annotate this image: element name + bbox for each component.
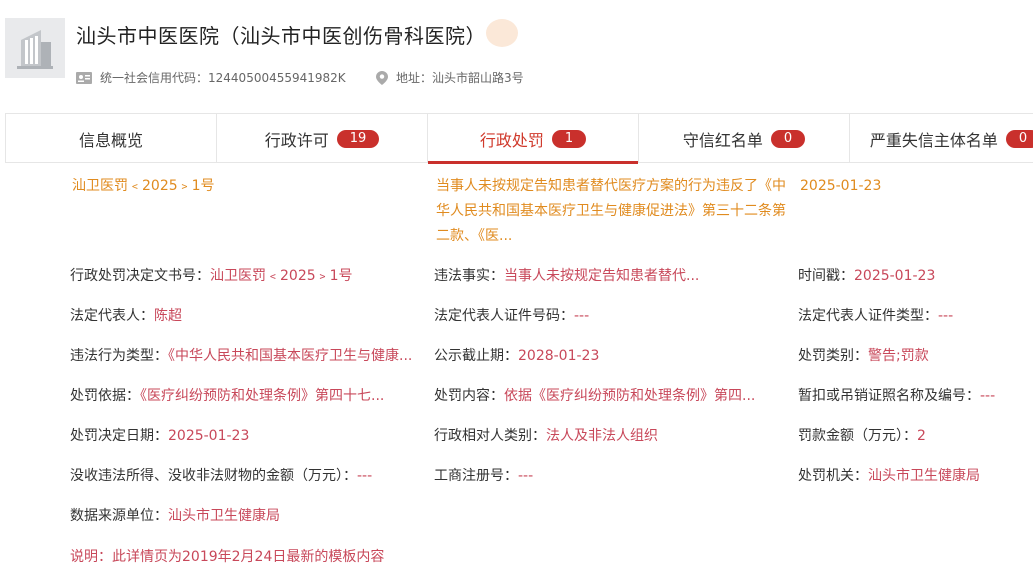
location-pin-icon — [376, 70, 388, 85]
tab-blacklist[interactable]: 严重失信主体名单 0 — [850, 114, 1033, 163]
count-badge: 0 — [770, 129, 806, 148]
tab-overview[interactable]: 信息概览 — [6, 114, 217, 163]
address-row: 地址： 汕头市韶山路3号 — [376, 69, 524, 86]
field-decision-no: 行政处罚决定文书号：汕卫医罚﹤2025﹥1号 — [70, 268, 353, 284]
credit-code-label: 统一社会信用代码： — [100, 71, 209, 85]
field-legal-rep: 法定代表人：陈超 — [70, 308, 182, 324]
count-badge: 0 — [1005, 129, 1033, 148]
field-fine-amount: 罚款金额（万元）：2 — [798, 428, 926, 444]
summary-description: 当事人未按规定告知患者替代医疗方案的行为违反了《中华人民共和国基本医疗卫生与健康… — [436, 178, 786, 244]
field-license-suspend: 暂扣或吊销证照名称及编号：--- — [798, 388, 996, 404]
tab-red-list[interactable]: 守信红名单 0 — [639, 114, 850, 163]
company-header: 汕头市中医医院（汕头市中医创伤骨科医院） 统一社会信用代码： 124405004… — [0, 0, 1033, 112]
summary-date: 2025-01-23 — [800, 178, 882, 194]
field-legal-rep-id-no: 法定代表人证件号码：--- — [434, 308, 590, 324]
company-name: 汕头市中医医院（汕头市中医创伤骨科医院） — [76, 24, 486, 48]
tab-admin-penalty[interactable]: 行政处罚 1 — [428, 114, 639, 164]
credit-code-value: 12440500455941982K — [208, 70, 346, 85]
field-decision-date: 处罚决定日期：2025-01-23 — [70, 428, 250, 444]
address-value: 汕头市韶山路3号 — [432, 71, 524, 85]
field-penalty-basis: 处罚依据：《医疗纠纷预防和处理条例》第四十七... — [70, 388, 385, 404]
penalty-detail: 汕卫医罚﹤2025﹥1号 当事人未按规定告知患者替代医疗方案的行为违反了《中华人… — [0, 163, 1033, 581]
field-data-source: 数据来源单位：汕头市卫生健康局 — [70, 508, 280, 524]
building-icon — [5, 18, 65, 78]
field-penalty-category: 处罚类别：警告;罚款 — [798, 348, 929, 364]
summary-code-link[interactable]: 汕卫医罚﹤2025﹥1号 — [72, 174, 215, 199]
field-penalty-authority: 处罚机关：汕头市卫生健康局 — [798, 468, 980, 484]
field-timestamp: 时间戳：2025-01-23 — [798, 268, 936, 284]
field-publish-deadline: 公示截止期：2028-01-23 — [434, 348, 600, 364]
field-legal-rep-id-type: 法定代表人证件类型：--- — [798, 308, 954, 324]
address-label: 地址： — [396, 71, 433, 85]
id-card-icon — [76, 71, 92, 84]
field-penalty-content: 处罚内容：依据《医疗纠纷预防和处理条例》第四... — [434, 388, 756, 404]
field-violation-type: 违法行为类型：《中华人民共和国基本医疗卫生与健康... — [70, 348, 413, 364]
field-confiscated-amount: 没收违法所得、没收非法财物的金额（万元）：--- — [70, 468, 373, 484]
tab-admin-license[interactable]: 行政许可 19 — [217, 114, 428, 163]
decoration-circle — [486, 19, 518, 47]
credit-code-row: 统一社会信用代码： 12440500455941982K — [76, 69, 346, 86]
field-illegal-fact: 违法事实：当事人未按规定告知患者替代... — [434, 268, 700, 284]
tab-bar: 信息概览 行政许可 19 行政处罚 1 守信红名单 0 严重失信主体名单 0 — [5, 113, 1033, 164]
field-business-reg-no: 工商注册号：--- — [434, 468, 534, 484]
count-badge: 1 — [551, 129, 587, 148]
field-counterpart-type: 行政相对人类别：法人及非法人组织 — [434, 428, 658, 444]
count-badge: 19 — [336, 129, 380, 148]
template-note: 说明：此详情页为2019年2月24日最新的模板内容 — [70, 549, 385, 565]
